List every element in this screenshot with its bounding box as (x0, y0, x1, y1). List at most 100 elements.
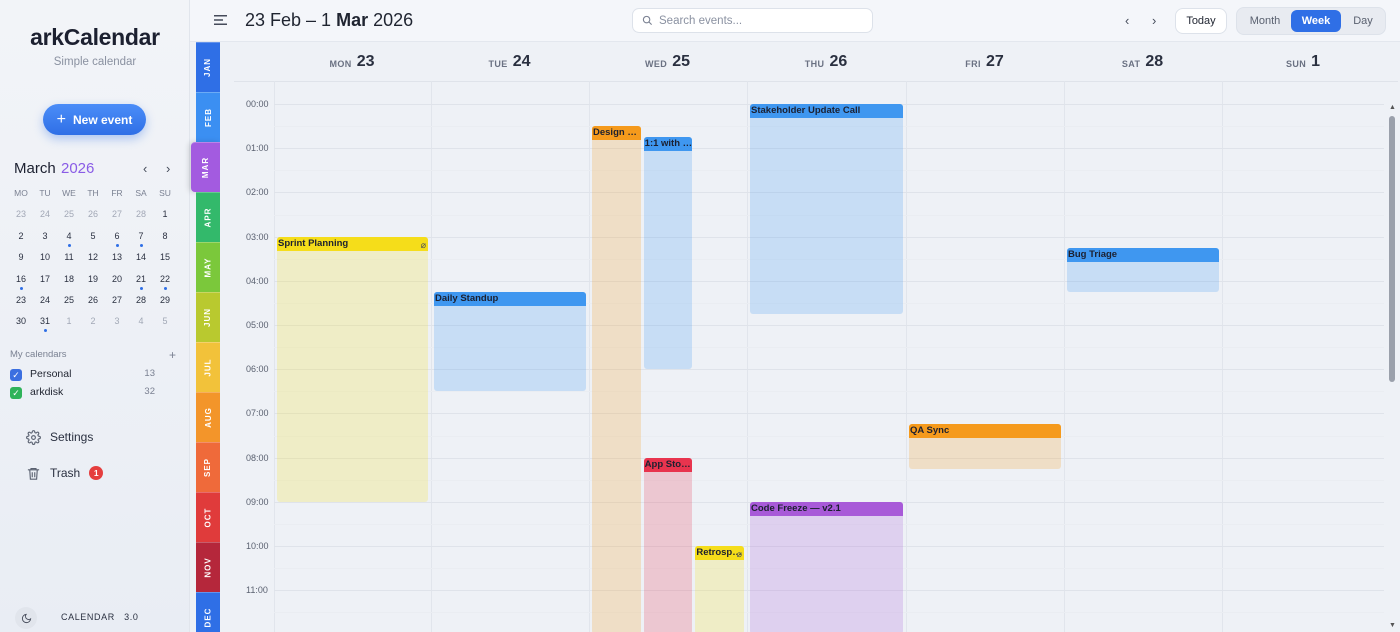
mini-calendar-day[interactable]: 15 (153, 250, 177, 271)
month-tab-nov[interactable]: NOV (196, 542, 220, 592)
month-tab-mar[interactable]: MAR (191, 142, 220, 192)
calendar-item-personal[interactable]: ✓ Personal 13 (10, 367, 158, 383)
day-header[interactable]: THU 26 (747, 43, 905, 81)
mini-calendar-day[interactable]: 20 (105, 272, 129, 293)
mini-calendar-day[interactable]: 23 (9, 207, 33, 228)
checkbox-checked-icon[interactable]: ✓ (10, 387, 22, 399)
mini-calendar-day[interactable]: 16 (9, 272, 33, 293)
month-tab-may[interactable]: MAY (196, 242, 220, 292)
month-tab-oct[interactable]: OCT (196, 492, 220, 542)
mini-calendar-day[interactable]: 12 (81, 250, 105, 271)
view-week-button[interactable]: Week (1291, 10, 1341, 32)
vertical-scrollbar[interactable]: ▲ ▼ (1387, 104, 1397, 632)
mini-calendar-day[interactable]: 27 (105, 207, 129, 228)
event-block[interactable]: Retrospective⌀ (695, 546, 744, 632)
mini-calendar-day[interactable]: 4 (129, 314, 153, 335)
month-tab-sep[interactable]: SEP (196, 442, 220, 492)
mini-calendar-day[interactable]: 18 (57, 272, 81, 293)
checkbox-checked-icon[interactable]: ✓ (10, 369, 22, 381)
mini-calendar-day[interactable]: 26 (81, 293, 105, 314)
event-block[interactable]: Bug Triage (1067, 247, 1219, 292)
scrollbar-thumb[interactable] (1389, 116, 1395, 382)
hamburger-menu-icon[interactable] (214, 14, 227, 26)
event-block[interactable]: Daily Standup (434, 291, 586, 392)
mini-calendar-day[interactable]: 26 (81, 207, 105, 228)
mini-calendar-day[interactable]: 24 (33, 207, 57, 228)
search-icon (642, 15, 653, 26)
month-tab-feb[interactable]: FEB (196, 92, 220, 142)
mini-calendar-day[interactable]: 6 (105, 229, 129, 250)
mini-calendar-day[interactable]: 17 (33, 272, 57, 293)
calendar-item-arkdisk[interactable]: ✓ arkdisk 32 (10, 385, 158, 401)
event-block[interactable]: Design Review (592, 126, 641, 632)
mini-calendar-day[interactable]: 5 (153, 314, 177, 335)
mini-calendar-day[interactable]: 25 (57, 207, 81, 228)
mini-calendar-day[interactable]: 1 (57, 314, 81, 335)
mini-calendar-day[interactable]: 1 (153, 207, 177, 228)
mini-calendar-day[interactable]: 25 (57, 293, 81, 314)
view-day-button[interactable]: Day (1342, 10, 1384, 32)
mini-calendar-day[interactable]: 31 (33, 314, 57, 335)
mini-calendar-day[interactable]: 27 (105, 293, 129, 314)
day-header[interactable]: SAT 28 (1064, 43, 1221, 81)
month-tab-jun[interactable]: JUN (196, 292, 220, 342)
month-tab-apr[interactable]: APR (196, 192, 220, 242)
mini-calendar-day[interactable]: 2 (81, 314, 105, 335)
month-tab-aug[interactable]: AUG (196, 392, 220, 442)
mini-calendar-day[interactable]: 24 (33, 293, 57, 314)
month-tab-label: MAR (201, 156, 210, 179)
mini-calendar-day[interactable]: 21 (129, 272, 153, 293)
mini-calendar-day[interactable]: 22 (153, 272, 177, 293)
trash-link[interactable]: Trash 1 (26, 463, 104, 483)
mini-calendar-prev-icon[interactable]: ‹ (143, 161, 147, 176)
mini-calendar-day[interactable]: 19 (81, 272, 105, 293)
mini-calendar-day[interactable]: 5 (81, 229, 105, 250)
month-tab-jan[interactable]: JAN (196, 42, 220, 92)
day-header[interactable]: MON 23 (274, 43, 430, 81)
theme-toggle[interactable] (15, 607, 37, 629)
event-block[interactable]: 1:1 with B… (643, 137, 693, 370)
day-header[interactable]: FRI 27 (906, 43, 1063, 81)
mini-calendar-day[interactable]: 4 (57, 229, 81, 250)
mini-calendar-day[interactable]: 2 (9, 229, 33, 250)
day-header[interactable]: WED 25 (589, 43, 746, 81)
mini-calendar-next-icon[interactable]: › (166, 161, 170, 176)
mini-calendar-day[interactable]: 3 (33, 229, 57, 250)
new-event-button[interactable]: + New event (43, 104, 146, 135)
search-box[interactable] (632, 8, 873, 33)
mini-calendar-day[interactable]: 3 (105, 314, 129, 335)
version-number: 3.0 (124, 612, 139, 622)
day-header[interactable]: SUN 1 (1222, 43, 1384, 81)
mini-calendar-day[interactable]: 8 (153, 229, 177, 250)
mini-calendar-day[interactable]: 14 (129, 250, 153, 271)
prev-week-icon[interactable]: ‹ (1125, 13, 1129, 28)
add-calendar-icon[interactable]: + (169, 348, 176, 362)
mini-calendar-day[interactable]: 28 (129, 207, 153, 228)
settings-link[interactable]: Settings (26, 427, 93, 447)
today-button[interactable]: Today (1175, 8, 1227, 34)
half-hour-line (274, 479, 1384, 481)
day-header[interactable]: TUE 24 (431, 43, 588, 81)
next-week-icon[interactable]: › (1152, 13, 1156, 28)
scroll-up-icon[interactable]: ▲ (1389, 104, 1396, 111)
month-tab-dec[interactable]: DEC (196, 592, 220, 632)
mini-calendar-day[interactable]: 10 (33, 250, 57, 271)
mini-calendar-day[interactable]: 29 (153, 293, 177, 314)
month-tab-jul[interactable]: JUL (196, 342, 220, 392)
mini-calendar-week: 16 17 18 19 20 21 22 (9, 272, 177, 293)
event-block[interactable]: App Store… (643, 457, 693, 632)
event-block[interactable]: Code Freeze — v2.1 (750, 501, 903, 632)
view-month-button[interactable]: Month (1240, 10, 1290, 32)
mini-calendar-day[interactable]: 30 (9, 314, 33, 335)
mini-calendar-day[interactable]: 7 (129, 229, 153, 250)
scroll-down-icon[interactable]: ▼ (1389, 622, 1396, 629)
mini-calendar-day[interactable]: 23 (9, 293, 33, 314)
event-block[interactable]: Stakeholder Update Call (750, 104, 903, 314)
mini-calendar-day[interactable]: 13 (105, 250, 129, 271)
mini-calendar-day[interactable]: 11 (57, 250, 81, 271)
event-block[interactable]: QA Sync (909, 424, 1061, 469)
mini-calendar-day[interactable]: 9 (9, 250, 33, 271)
event-block[interactable]: Sprint Planning ⌀ (277, 236, 428, 502)
search-input[interactable] (659, 12, 859, 29)
mini-calendar-day[interactable]: 28 (129, 293, 153, 314)
